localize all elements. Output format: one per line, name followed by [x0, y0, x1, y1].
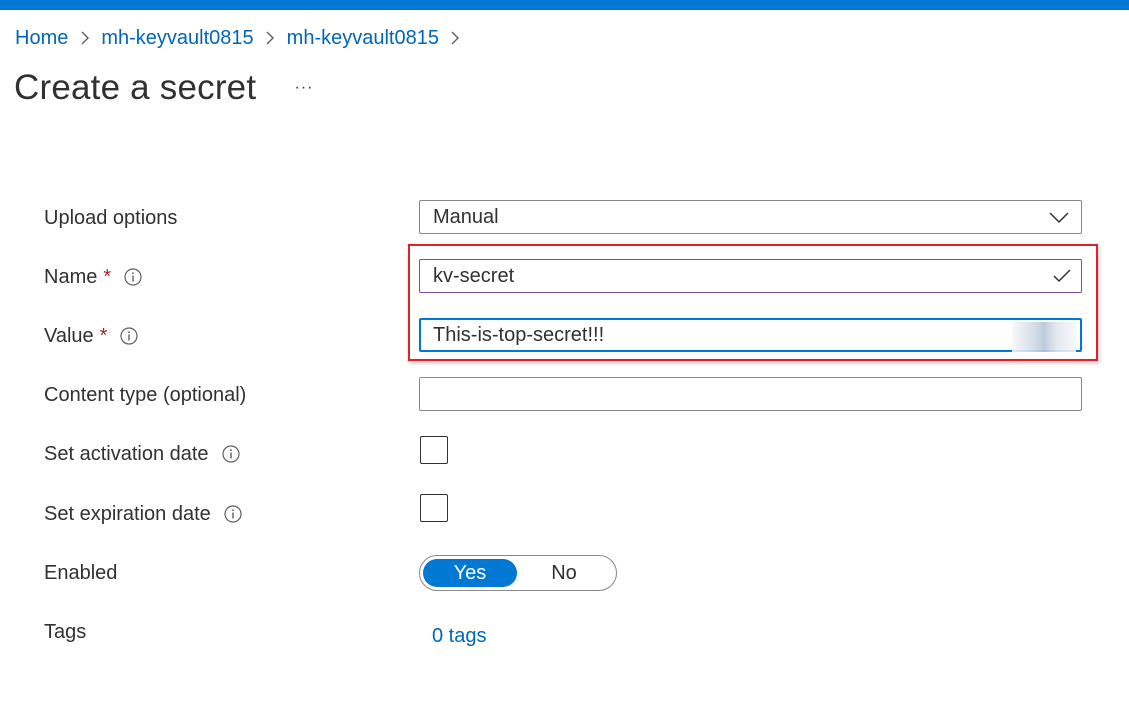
value-label: Value *	[44, 321, 139, 351]
page-title: Create a secret	[14, 68, 257, 107]
activation-date-checkbox[interactable]	[420, 436, 448, 464]
name-input[interactable]: kv-secret	[419, 259, 1082, 293]
upload-options-label-text: Upload options	[44, 206, 178, 229]
tags-label-text: Tags	[44, 620, 87, 643]
enabled-no-option[interactable]: No	[517, 559, 611, 587]
content-type-label: Content type (optional)	[44, 380, 246, 410]
activation-date-label-text: Set activation date	[44, 442, 209, 465]
name-label-text: Name	[44, 265, 98, 288]
breadcrumb-keyvault-secrets[interactable]: mh-keyvault0815	[287, 27, 439, 50]
chevron-right-icon	[439, 27, 472, 50]
name-label: Name *	[44, 262, 142, 292]
breadcrumb-keyvault[interactable]: mh-keyvault0815	[101, 27, 253, 50]
breadcrumb: Home mh-keyvault0815 mh-keyvault0815	[15, 25, 472, 51]
activation-date-label: Set activation date	[44, 439, 240, 469]
enabled-toggle[interactable]: Yes No	[419, 555, 617, 591]
upload-options-value: Manual	[433, 205, 499, 228]
content-type-label-text: Content type (optional)	[44, 383, 247, 406]
info-icon[interactable]	[224, 505, 242, 523]
expiration-date-label-text: Set expiration date	[44, 502, 211, 525]
value-input[interactable]: This-is-top-secret!!!	[419, 318, 1082, 352]
chevron-right-icon	[68, 27, 101, 50]
breadcrumb-home[interactable]: Home	[15, 27, 68, 50]
info-icon[interactable]	[124, 268, 142, 286]
tags-link[interactable]: 0 tags	[432, 625, 486, 648]
chevron-down-icon	[1049, 212, 1069, 224]
content-type-input[interactable]	[419, 377, 1082, 411]
name-input-value: kv-secret	[433, 264, 515, 287]
password-manager-icon[interactable]	[1012, 322, 1076, 352]
upload-options-label: Upload options	[44, 203, 177, 233]
expiration-date-checkbox[interactable]	[420, 494, 448, 522]
expiration-date-label: Set expiration date	[44, 499, 242, 529]
required-marker: *	[103, 265, 112, 288]
chevron-right-icon	[254, 27, 287, 50]
enabled-label-text: Enabled	[44, 561, 118, 584]
info-icon[interactable]	[120, 327, 139, 345]
upload-options-select[interactable]: Manual	[419, 200, 1082, 234]
info-icon[interactable]	[221, 445, 240, 463]
required-marker: *	[99, 324, 108, 347]
more-options-button[interactable]: ···	[291, 76, 317, 100]
value-label-text: Value	[44, 324, 94, 347]
enabled-yes-option[interactable]: Yes	[423, 559, 517, 587]
enabled-label: Enabled	[44, 558, 117, 588]
tags-label: Tags	[44, 617, 86, 647]
checkmark-icon	[1053, 269, 1071, 283]
value-input-value: This-is-top-secret!!!	[433, 323, 605, 346]
top-accent-bar	[0, 0, 1129, 10]
